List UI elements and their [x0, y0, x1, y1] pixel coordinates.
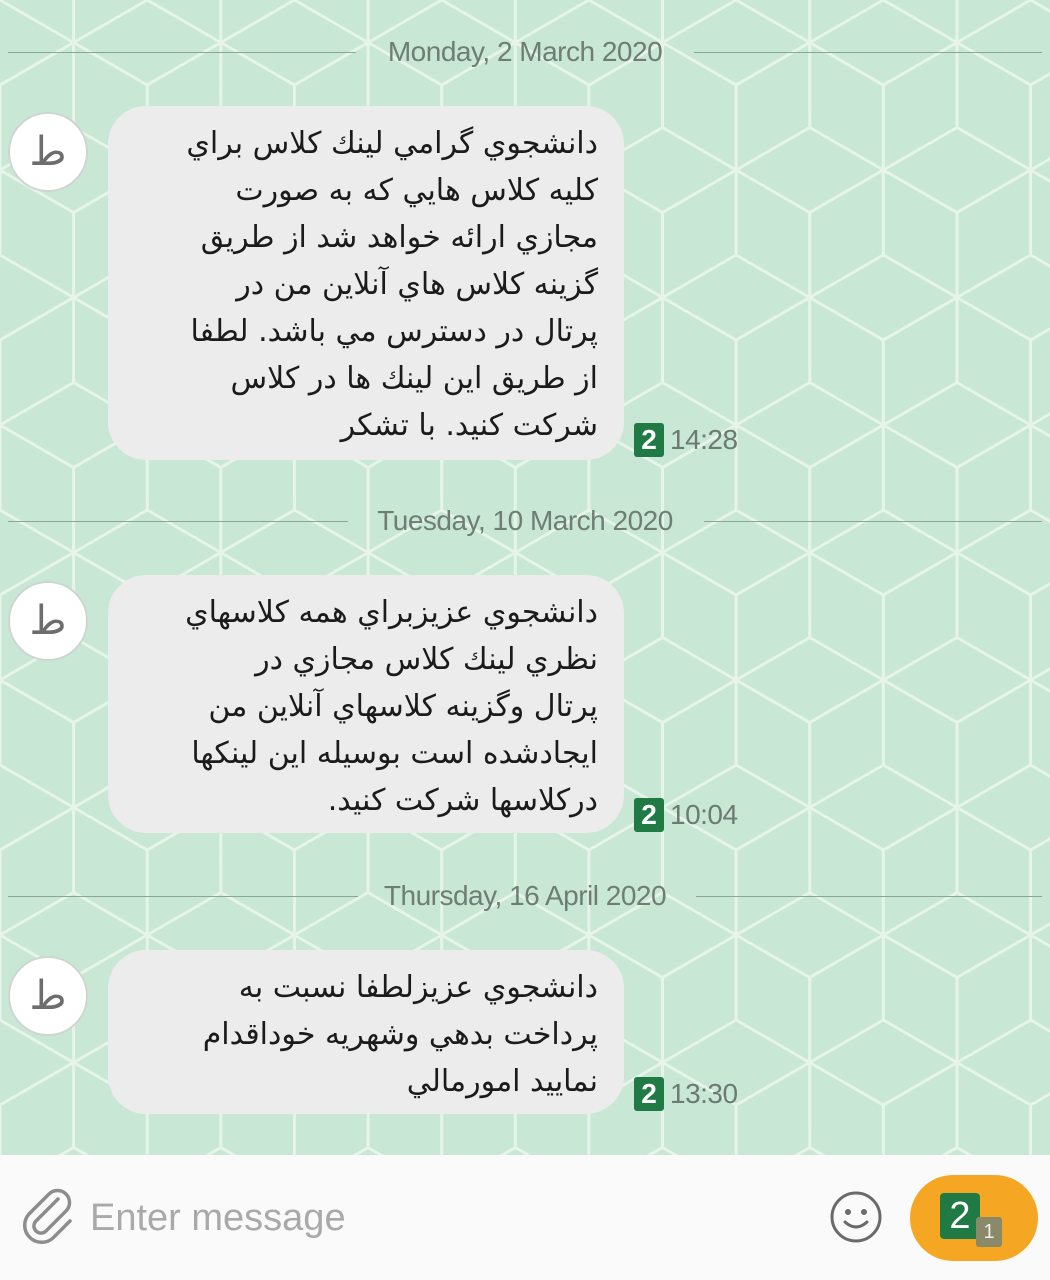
sim-card-icon: 2 — [634, 798, 664, 832]
message-input[interactable] — [90, 1183, 770, 1253]
sender-avatar[interactable]: ط — [8, 112, 88, 192]
date-divider: Tuesday, 10 March 2020 — [0, 501, 1050, 541]
sender-avatar[interactable]: ط — [8, 956, 88, 1036]
conversation-area[interactable]: Monday, 2 March 2020 ط دانشجوي گرامي لين… — [0, 0, 1050, 1155]
message-text: دانشجوي عزيزلطفا نسبت به پرداخت بدهي وشه… — [202, 970, 598, 1099]
avatar-initial: ط — [29, 129, 67, 175]
message-meta: 2 10:04 — [634, 797, 738, 833]
message-composer: 2 1 — [0, 1155, 1050, 1280]
date-divider: Monday, 2 March 2020 — [0, 32, 1050, 72]
message-bubble[interactable]: دانشجوي عزيزلطفا نسبت به پرداخت بدهي وشه… — [108, 950, 624, 1114]
sim-card-secondary-icon: 1 — [976, 1217, 1002, 1247]
paperclip-icon[interactable] — [18, 1185, 80, 1247]
avatar-initial: ط — [29, 973, 67, 1019]
sim-card-icon: 2 — [634, 423, 664, 457]
divider-line-right — [696, 896, 1042, 897]
message-bubble[interactable]: دانشجوي گرامي لينك كلاس براي كليه كلاس ه… — [108, 106, 624, 460]
message-meta: 2 14:28 — [634, 422, 738, 458]
send-button[interactable]: 2 1 — [910, 1175, 1038, 1261]
sim-card-icon: 2 — [940, 1193, 980, 1239]
divider-line-right — [704, 521, 1042, 522]
avatar-initial: ط — [29, 598, 67, 644]
message-meta: 2 13:30 — [634, 1076, 738, 1112]
message-time: 14:28 — [670, 424, 738, 455]
message-text: دانشجوي گرامي لينك كلاس براي كليه كلاس ه… — [186, 126, 598, 443]
message-text: دانشجوي عزيزبراي همه كلاسهاي نظري لينك ك… — [185, 595, 598, 818]
message-bubble[interactable]: دانشجوي عزيزبراي همه كلاسهاي نظري لينك ك… — [108, 575, 624, 833]
sender-avatar[interactable]: ط — [8, 581, 88, 661]
smiley-icon[interactable] — [828, 1189, 884, 1245]
message-time: 13:30 — [670, 1078, 738, 1109]
date-divider: Thursday, 16 April 2020 — [0, 876, 1050, 916]
message-time: 10:04 — [670, 799, 738, 830]
divider-line-right — [694, 52, 1042, 53]
sim-card-icon: 2 — [634, 1077, 664, 1111]
